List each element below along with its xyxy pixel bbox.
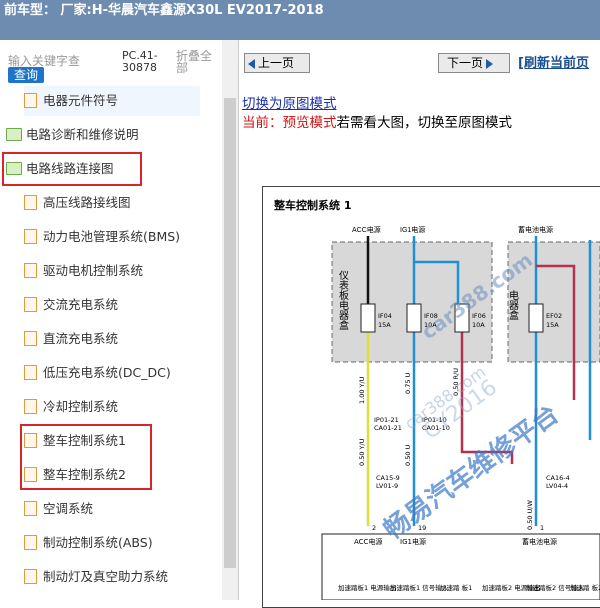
fuse-id: IF06: [472, 312, 486, 320]
fuse-rating: 15A: [546, 321, 559, 329]
wire-label: 0.75 U: [404, 372, 412, 394]
folder-icon: [6, 128, 22, 141]
wire-label: 0.50 U: [404, 444, 412, 466]
fuse-rating: 10A: [472, 321, 485, 329]
fuse-id: IF04: [378, 312, 392, 320]
document-icon: [24, 535, 37, 550]
highlight-box-wiring: [2, 152, 142, 186]
bottom-label: 蓄电池电源: [522, 537, 557, 546]
sidebar: 输入关键字查 查询 PC.41-30878 折叠全部 电器元件符号 电路诊断和维…: [0, 40, 239, 600]
bottom-small-label: 加速踏 板2: [570, 583, 600, 592]
document-icon: [24, 263, 37, 278]
tree-item-cooling[interactable]: 冷却控制系统: [24, 392, 118, 422]
tree-item-label: 电器元件符号: [43, 93, 119, 108]
pin-number: 2: [372, 524, 376, 532]
search-button[interactable]: 查询: [8, 67, 45, 83]
top-bar: 前车型： 厂家:H-华晨汽车鑫源X30L EV2017-2018: [0, 0, 600, 40]
document-icon: [24, 195, 37, 210]
connector-top: CA15-9: [376, 474, 400, 482]
document-icon: [24, 501, 37, 516]
wiring-diagram: ACC电源 IG1电源 蓄电池电源 IF04 15A IF08 10A IF06…: [321, 225, 600, 600]
tree-item-label: 电路诊断和维修说明: [26, 127, 139, 142]
acc-power-label: ACC电源: [352, 225, 381, 234]
tree-item-motor[interactable]: 驱动电机控制系统: [24, 256, 143, 286]
wire-label: 0.50 Y/U: [358, 438, 366, 466]
document-icon: [24, 93, 37, 108]
bottom-small-label: 加速踏 板1: [440, 583, 472, 592]
tree-item-bms[interactable]: 动力电池管理系统(BMS): [24, 222, 180, 252]
tree-item-label: 冷却控制系统: [43, 399, 119, 414]
pin-number: 1: [540, 524, 544, 532]
document-icon: [24, 569, 37, 584]
tree-item-label: 制动控制系统(ABS): [43, 535, 153, 550]
collapse-all-button[interactable]: 折叠全部: [176, 50, 220, 74]
tree-item-label: 空调系统: [43, 501, 94, 516]
vehicle-title: 前车型： 厂家:H-华晨汽车鑫源X30L EV2017-2018: [4, 3, 324, 18]
tree-item-label: 高压线路接线图: [43, 195, 131, 210]
connector-top: IP01-21: [374, 416, 399, 424]
ig1-power-label: IG1电源: [400, 225, 425, 234]
search-row: 输入关键字查 查询 PC.41-30878 折叠全部: [0, 40, 220, 86]
tree-item-label: 直流充电系统: [43, 331, 119, 346]
tree-item-brake-light[interactable]: 制动灯及真空助力系统: [24, 562, 168, 592]
document-icon: [24, 399, 37, 414]
tree-item-hvac[interactable]: 空调系统: [24, 494, 93, 524]
fuse-box-right-label: 电器盒: [507, 289, 519, 320]
pc-code: PC.41-30878: [122, 49, 158, 74]
wire-label: 1.00 Y/U: [358, 376, 366, 404]
document-icon: [24, 331, 37, 346]
scrollbar-thumb[interactable]: [224, 98, 236, 568]
connector-bottom: CA01-21: [374, 424, 402, 432]
document-icon: [24, 297, 37, 312]
sidebar-scrollbar[interactable]: [222, 40, 238, 600]
tree-item-dc-charge[interactable]: 直流充电系统: [24, 324, 118, 354]
tree-item-hv[interactable]: 高压线路接线图: [24, 188, 131, 218]
highlight-box-vcu: [20, 424, 152, 490]
tree-item-abs[interactable]: 制动控制系统(ABS): [24, 528, 153, 558]
connector-bottom: LV04-4: [546, 482, 568, 490]
tree-item-diagnosis[interactable]: 电路诊断和维修说明: [6, 120, 139, 150]
document-icon: [24, 229, 37, 244]
fuse-if04: [360, 303, 376, 333]
tree-item-dcdc[interactable]: 低压充电系统(DC_DC): [24, 358, 171, 388]
tree-item-label: 制动灯及真空助力系统: [43, 569, 169, 584]
tree-item-label: 动力电池管理系统(BMS): [43, 229, 181, 244]
connector-bottom: LV01-9: [376, 482, 398, 490]
document-icon: [24, 365, 37, 380]
fuse-rating: 15A: [378, 321, 391, 329]
battery-power-label: 蓄电池电源: [518, 225, 553, 234]
tree-item-ac-charge[interactable]: 交流充电系统: [24, 290, 118, 320]
wire-label: 0.50 U/W: [526, 500, 534, 530]
bottom-label: ACC电源: [354, 537, 382, 546]
content-pane: 上一页 下一页 [刷新当前页 切换为原图模式 当前：预览模式若需看大图，切换至原…: [240, 40, 600, 608]
tree-item-label: 交流充电系统: [43, 297, 119, 312]
bottom-small-label: 加速踏板1 电源输出: [338, 583, 396, 592]
fuse-box-left-label: 仪表板电器盒: [337, 270, 349, 330]
tree-item-label: 驱动电机控制系统: [43, 263, 144, 278]
connector-top: CA16-4: [546, 474, 570, 482]
fuse-id: EF02: [546, 312, 562, 320]
tree-item-label: 低压充电系统(DC_DC): [43, 365, 171, 380]
fuse-ef02: [528, 303, 544, 333]
tree-item-symbols[interactable]: 电器元件符号: [24, 86, 200, 116]
